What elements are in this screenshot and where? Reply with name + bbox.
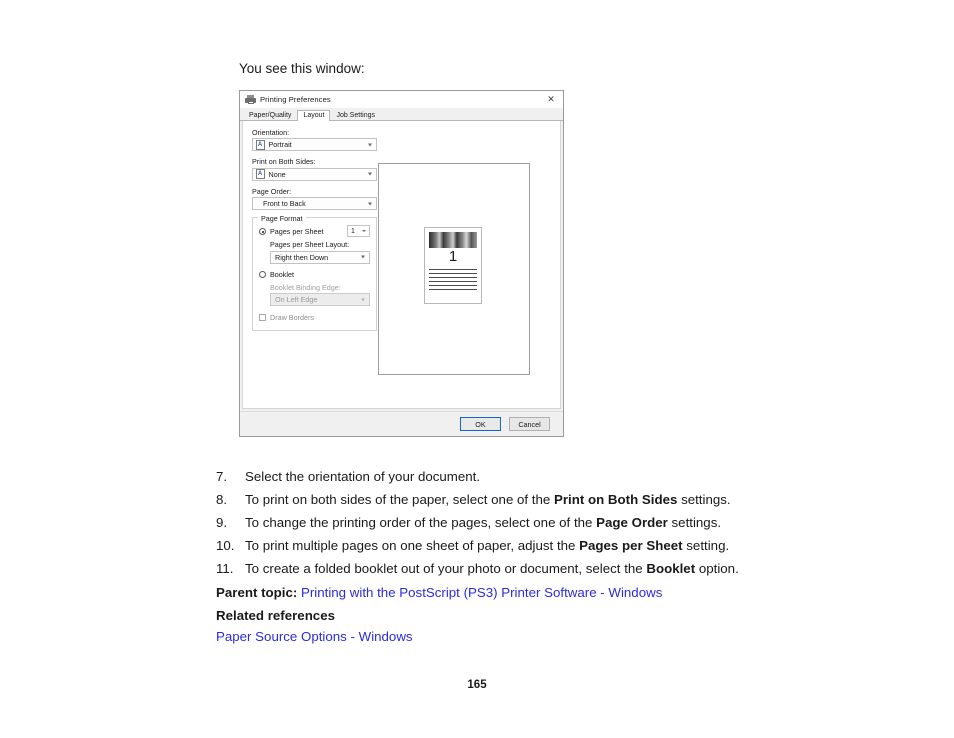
pages-per-sheet-label: Pages per Sheet — [270, 227, 324, 237]
step-emphasis: Page Order — [596, 515, 668, 531]
page-order-dropdown[interactable]: Front to Back — [252, 197, 377, 211]
pages-per-sheet-layout-dropdown[interactable]: Right then Down — [270, 250, 370, 264]
printing-preferences-dialog: Printing Preferences ✕ Paper/Quality Lay… — [239, 90, 564, 437]
draw-borders-label: Draw Borders — [270, 313, 314, 323]
draw-borders-checkbox[interactable] — [259, 314, 266, 322]
instruction-list: 7. Select the orientation of your docume… — [216, 469, 816, 644]
step-text-tail: settings. — [677, 492, 731, 508]
step-text-part: To change the printing order of the page… — [245, 515, 597, 531]
step-text: To print on both sides of the paper, sel… — [245, 492, 816, 509]
tab-job-settings[interactable]: Job Settings — [330, 110, 381, 122]
step-emphasis: Booklet — [646, 561, 696, 577]
parent-topic: Parent topic: Printing with the PostScri… — [216, 585, 816, 602]
page-thumbnail: 1 — [424, 227, 482, 304]
pages-per-sheet-radio[interactable] — [259, 228, 266, 236]
tab-layout[interactable]: Layout — [297, 109, 331, 121]
tab-paper-quality[interactable]: Paper/Quality — [243, 110, 297, 122]
list-item: 9. To change the printing order of the p… — [216, 515, 816, 532]
orientation-portrait-icon: A — [255, 139, 265, 150]
chevron-down-icon — [361, 255, 365, 259]
booklet-binding-edge-value: On Left Edge — [275, 295, 318, 305]
print-both-sides-label: Print on Both Sides: — [252, 157, 316, 167]
intro-text: You see this window: — [239, 61, 365, 76]
list-item: 7. Select the orientation of your docume… — [216, 469, 816, 486]
step-text-part: To create a folded booklet out of your p… — [245, 561, 647, 577]
print-both-sides-dropdown[interactable]: A None — [252, 167, 377, 181]
pages-per-sheet-layout-block: Pages per Sheet Layout: Right then Down — [270, 240, 370, 264]
step-text: To create a folded booklet out of your p… — [245, 561, 816, 578]
tab-strip: Paper/Quality Layout Job Settings — [240, 108, 563, 121]
pages-per-sheet-layout-value: Right then Down — [275, 252, 329, 262]
page-number: 165 — [467, 679, 487, 691]
pages-per-sheet-layout-label: Pages per Sheet Layout: — [270, 240, 350, 250]
booklet-binding-block: Booklet Binding Edge: On Left Edge — [270, 282, 370, 307]
layout-preview: 1 — [378, 163, 530, 375]
booklet-radio[interactable] — [259, 270, 266, 278]
chevron-down-icon — [368, 143, 372, 147]
related-references-heading: Related references — [216, 608, 335, 624]
thumbnail-page-number: 1 — [448, 248, 458, 265]
step-text-part: To print on both sides of the paper, sel… — [245, 492, 554, 508]
step-text-tail: option. — [695, 561, 739, 577]
step-text-part: Select the orientation of your document. — [245, 469, 481, 484]
orientation-value: Portrait — [268, 140, 292, 150]
ok-button[interactable]: OK — [460, 417, 501, 431]
booklet-binding-edge-label: Booklet Binding Edge: — [270, 282, 341, 292]
page-format-group: Page Format Pages per Sheet 1 Pages per … — [252, 214, 377, 332]
list-item: 11. To create a folded booklet out of yo… — [216, 561, 816, 578]
dialog-body: Orientation: A Portrait Print on Both Si… — [242, 121, 561, 409]
pages-per-sheet-value: 1 — [351, 227, 355, 235]
step-number: 7. — [216, 469, 228, 484]
pages-per-sheet-dropdown[interactable]: 1 — [347, 225, 370, 238]
step-text: Select the orientation of your document. — [245, 469, 816, 486]
chevron-down-icon — [368, 172, 372, 176]
step-number: 10. — [216, 538, 235, 554]
page-format-title: Page Format — [258, 214, 306, 224]
related-reference-item: Paper Source Options - Windows — [216, 629, 816, 644]
booklet-label: Booklet — [270, 269, 294, 279]
parent-topic-label: Parent topic: — [216, 584, 298, 600]
close-icon[interactable]: ✕ — [539, 91, 563, 108]
step-text: To change the printing order of the page… — [245, 515, 816, 532]
page-order-label: Page Order: — [252, 186, 292, 196]
chevron-down-icon — [361, 298, 365, 302]
both-sides-page-icon: A — [255, 169, 265, 180]
dialog-footer: OK Cancel — [240, 411, 563, 436]
booklet-radio-row[interactable]: Booklet — [259, 270, 370, 279]
step-text-part: To print multiple pages on one sheet of … — [245, 538, 580, 554]
paper-source-options-link[interactable]: Paper Source Options - Windows — [216, 629, 413, 644]
dialog-title: Printing Preferences — [260, 95, 331, 104]
step-text-tail: settings. — [667, 515, 722, 531]
step-number: 11. — [216, 561, 234, 577]
orientation-dropdown[interactable]: A Portrait — [252, 138, 377, 152]
print-both-sides-value: None — [268, 169, 286, 179]
thumbnail-text-lines — [429, 269, 477, 290]
step-text-tail: setting. — [682, 538, 730, 554]
chevron-down-icon — [362, 230, 366, 233]
list-item: 8. To print on both sides of the paper, … — [216, 492, 816, 509]
step-emphasis: Pages per Sheet — [579, 538, 683, 554]
dialog-titlebar: Printing Preferences ✕ — [240, 91, 563, 108]
orientation-label: Orientation: — [252, 128, 290, 137]
parent-topic-link[interactable]: Printing with the PostScript (PS3) Print… — [301, 585, 662, 600]
settings-column: Orientation: A Portrait Print on Both Si… — [252, 128, 377, 332]
step-number: 9. — [216, 515, 228, 531]
booklet-binding-edge-dropdown[interactable]: On Left Edge — [270, 293, 370, 307]
cancel-button[interactable]: Cancel — [509, 417, 550, 431]
step-emphasis: Print on Both Sides — [554, 492, 678, 508]
printer-icon — [245, 95, 256, 104]
draw-borders-row[interactable]: Draw Borders — [259, 313, 370, 322]
page-order-value: Front to Back — [263, 199, 306, 209]
list-item: 10. To print multiple pages on one sheet… — [216, 538, 816, 555]
thumbnail-gradient-band — [429, 232, 477, 248]
step-number: 8. — [216, 492, 228, 508]
step-text: To print multiple pages on one sheet of … — [245, 538, 816, 555]
chevron-down-icon — [368, 202, 372, 206]
